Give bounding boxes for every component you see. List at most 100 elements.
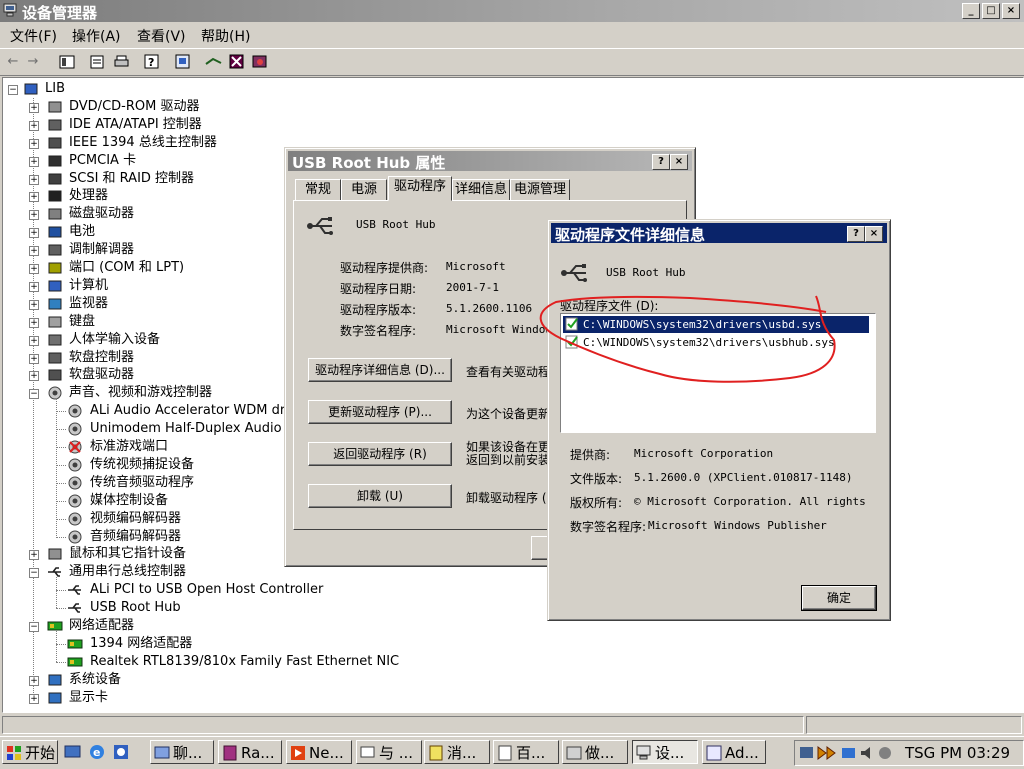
expand-toggle[interactable]: + — [29, 299, 39, 310]
driver-date-value: 2001-7-1 — [446, 281, 499, 294]
tab-power[interactable]: 电源 — [341, 179, 387, 201]
disable-device-icon[interactable] — [228, 53, 246, 70]
collapse-toggle[interactable]: − — [8, 85, 18, 95]
minimize-button[interactable]: _ — [962, 3, 980, 19]
show-desktop-icon[interactable] — [64, 743, 82, 764]
details-close-button[interactable]: × — [865, 226, 883, 242]
file-signer-value: Microsoft Windows Publisher — [648, 519, 827, 532]
menu-action[interactable]: 操作(A) — [72, 26, 121, 46]
sound-device-icon — [68, 476, 82, 490]
pcmcia-icon — [48, 155, 62, 167]
tree-root[interactable]: − LIB — [3, 80, 403, 98]
close-button[interactable]: × — [1002, 3, 1020, 19]
tree-category[interactable]: + 显示卡 — [3, 689, 1003, 707]
refresh-icon[interactable] — [174, 53, 192, 70]
tab-power-management[interactable]: 电源管理 — [510, 179, 570, 201]
task-netants[interactable]: Ne... — [286, 740, 352, 764]
expand-toggle[interactable]: + — [29, 550, 39, 561]
tree-line — [56, 631, 57, 662]
tray-settings-icon[interactable] — [877, 745, 893, 761]
tray-hardware-icon[interactable] — [841, 745, 857, 761]
details-help-button[interactable]: ? — [847, 226, 865, 242]
details-title-bar[interactable]: 驱动程序文件详细信息 ? × — [551, 223, 887, 244]
tab-details[interactable]: 详细信息 — [452, 179, 510, 201]
tree-child-item[interactable]: Realtek RTL8139/810x Family Fast Etherne… — [3, 653, 1003, 671]
expand-toggle[interactable]: + — [29, 138, 39, 149]
expand-toggle[interactable]: + — [29, 353, 39, 364]
provider-label: 驱动程序提供商: — [340, 261, 429, 275]
properties-help-button[interactable]: ? — [652, 154, 670, 170]
task-messages[interactable]: 消... — [424, 740, 490, 764]
task-doing[interactable]: 做... — [562, 740, 628, 764]
start-button[interactable]: 开始 — [2, 740, 58, 764]
maximize-button[interactable]: □ — [982, 3, 1000, 19]
expand-toggle[interactable]: + — [29, 102, 39, 113]
list-item[interactable]: C:\WINDOWS\system32\drivers\usbd.sys — [563, 316, 869, 333]
task-device-manager[interactable]: 设... — [632, 740, 698, 764]
expand-toggle[interactable]: + — [29, 675, 39, 686]
menu-view[interactable]: 查看(V) — [137, 26, 186, 46]
task-rar[interactable]: Ra... — [218, 740, 282, 764]
outlook-icon[interactable] — [112, 743, 130, 764]
print-icon[interactable] — [112, 53, 130, 70]
expand-toggle[interactable]: + — [29, 371, 39, 382]
tree-category[interactable]: + 系统设备 — [3, 671, 1003, 689]
forward-arrow-icon[interactable]: → — [24, 53, 42, 70]
sound-device-icon — [68, 512, 82, 526]
collapse-toggle[interactable]: − — [29, 389, 39, 400]
expand-toggle[interactable]: + — [29, 693, 39, 704]
tray-zone-icon[interactable] — [817, 745, 837, 761]
sound-icon — [48, 386, 62, 400]
properties-title-bar[interactable]: USB Root Hub 属性 ? × — [288, 151, 692, 172]
details-ok-button[interactable]: 确定 — [801, 585, 877, 611]
collapse-toggle[interactable]: − — [29, 622, 39, 632]
device-name: USB Root Hub — [356, 218, 436, 231]
update-driver-button[interactable]: 更新驱动程序 (P)... — [308, 400, 452, 424]
uninstall-button[interactable]: 卸载 (U) — [308, 484, 452, 508]
expand-toggle[interactable]: + — [29, 120, 39, 131]
expand-toggle[interactable]: + — [29, 264, 39, 274]
view-icon[interactable] — [58, 53, 76, 70]
main-title-bar[interactable]: 设备管理器 _ □ × — [0, 0, 1024, 22]
collapse-toggle[interactable]: − — [29, 568, 39, 579]
rollback-driver-desc: 如果该设备在更 返回到以前安装 — [466, 440, 551, 467]
expand-toggle[interactable]: + — [29, 317, 39, 328]
task-chat[interactable]: 聊... — [150, 740, 214, 764]
tab-driver[interactable]: 驱动程序 — [388, 176, 452, 201]
ie-icon[interactable]: e — [88, 743, 106, 764]
task-conversation[interactable]: 与 ... — [356, 740, 422, 764]
tree-category[interactable]: + IDE ATA/ATAPI 控制器 — [3, 116, 1003, 134]
expand-toggle[interactable]: + — [29, 335, 39, 346]
expand-toggle[interactable]: + — [29, 246, 39, 257]
list-item[interactable]: C:\WINDOWS\system32\drivers\usbhub.sys — [563, 334, 869, 351]
display-adapter-icon — [48, 692, 62, 704]
menu-file[interactable]: 文件(F) — [10, 26, 57, 46]
expand-toggle[interactable]: + — [29, 192, 39, 203]
tray-network-icon[interactable] — [799, 745, 815, 761]
uninstall-icon[interactable] — [251, 53, 269, 70]
expand-toggle[interactable]: + — [29, 210, 39, 221]
expand-toggle[interactable]: + — [29, 228, 39, 239]
properties-close-button[interactable]: × — [670, 154, 688, 170]
window-title: 设备管理器 — [22, 4, 98, 22]
task-adobe[interactable]: Ad... — [702, 740, 766, 764]
properties-icon[interactable] — [88, 53, 106, 70]
task-baidu[interactable]: 百... — [493, 740, 559, 764]
expand-toggle[interactable]: + — [29, 281, 39, 292]
help-icon[interactable]: ? — [143, 53, 161, 70]
tab-general[interactable]: 常规 — [295, 179, 341, 201]
expand-toggle[interactable]: + — [29, 174, 39, 185]
sound-device-icon — [68, 530, 82, 543]
mouse-icon — [48, 548, 62, 560]
tree-child-item[interactable]: 1394 网络适配器 — [3, 635, 1003, 653]
scan-hardware-icon[interactable] — [204, 53, 222, 70]
driver-files-list[interactable]: C:\WINDOWS\system32\drivers\usbd.sys C:\… — [560, 313, 876, 433]
document-icon — [498, 745, 512, 761]
back-arrow-icon[interactable]: ← — [4, 53, 22, 70]
tree-category[interactable]: + DVD/CD-ROM 驱动器 — [3, 98, 1003, 116]
expand-toggle[interactable]: + — [29, 156, 39, 167]
menu-help[interactable]: 帮助(H) — [201, 26, 250, 46]
tray-volume-icon[interactable] — [859, 745, 875, 761]
rollback-driver-button[interactable]: 返回驱动程序 (R) — [308, 442, 452, 466]
driver-details-button[interactable]: 驱动程序详细信息 (D)... — [308, 358, 452, 382]
